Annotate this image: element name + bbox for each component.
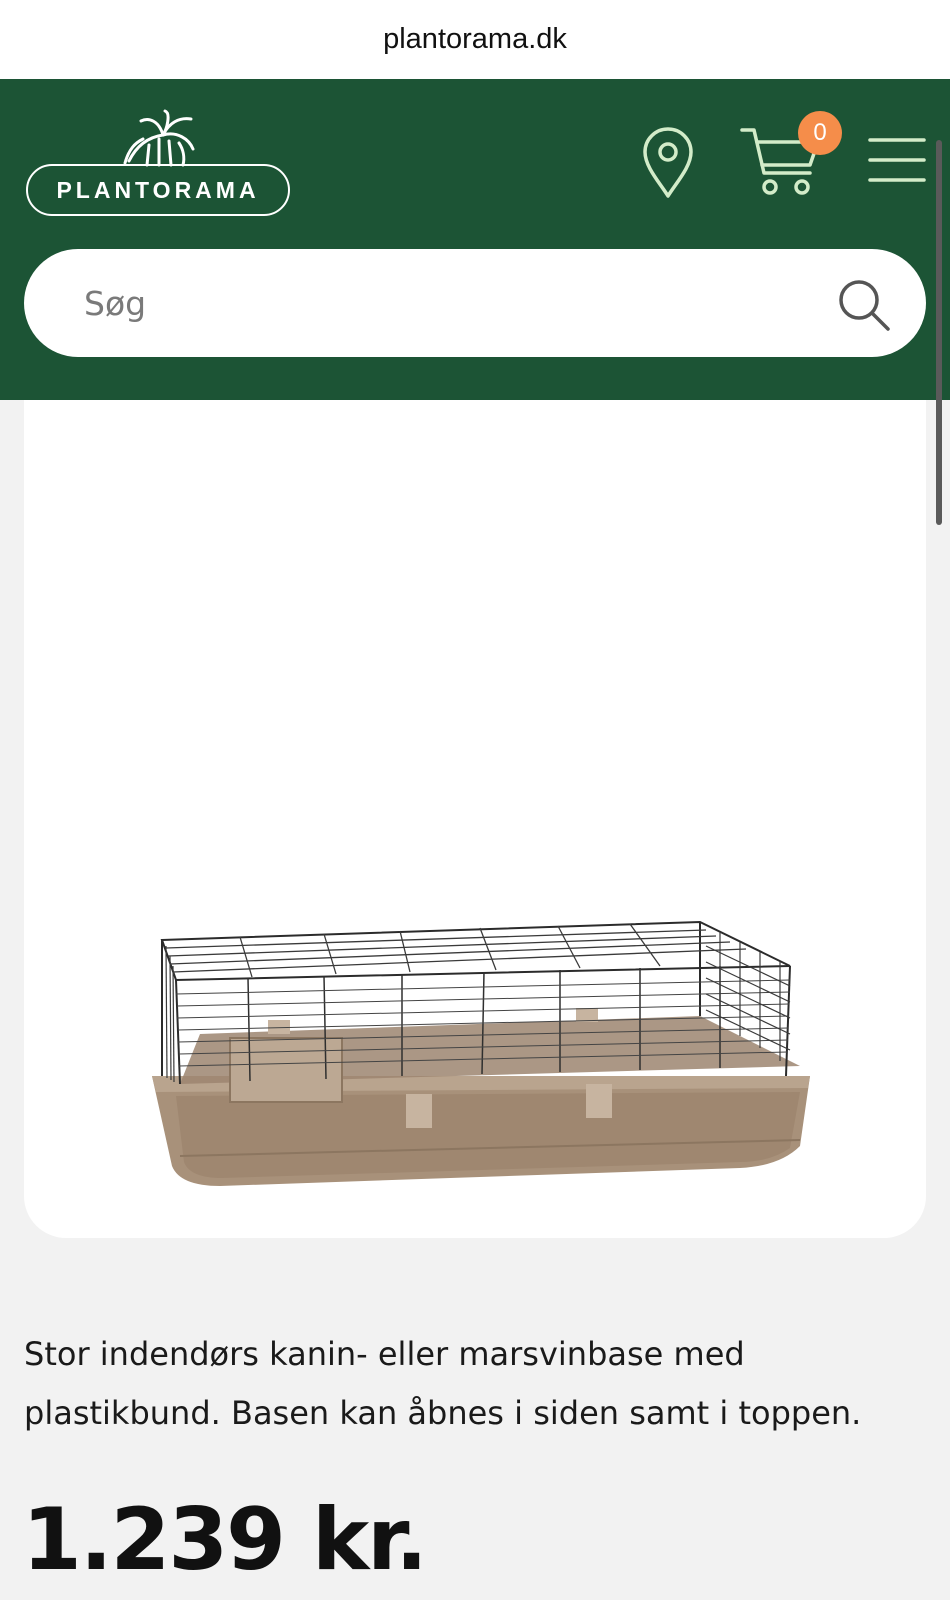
product-image-card <box>24 400 926 1238</box>
menu-icon[interactable] <box>868 135 926 185</box>
product-price: 1.239 kr. <box>22 1490 428 1590</box>
product-description: Stor indendørs kanin- eller marsvinbase … <box>24 1335 862 1432</box>
rabbit-cage-image[interactable] <box>140 916 830 1206</box>
logo-text: PLANTORAMA <box>56 176 260 203</box>
browser-url-bar[interactable]: plantorama.dk <box>0 0 950 79</box>
location-pin-icon[interactable] <box>640 127 696 199</box>
logo-pill: PLANTORAMA <box>26 164 290 216</box>
palm-tree-icon <box>123 109 195 167</box>
plantorama-logo[interactable]: PLANTORAMA <box>26 109 290 217</box>
page-scrollbar[interactable] <box>936 140 942 525</box>
site-header: PLANTORAMA 0 <box>0 79 950 400</box>
url-text: plantorama.dk <box>383 23 567 55</box>
cart-count-badge: 0 <box>798 111 842 155</box>
search-icon[interactable] <box>836 277 892 333</box>
search-input[interactable] <box>84 249 784 357</box>
search-bar[interactable] <box>24 249 926 357</box>
